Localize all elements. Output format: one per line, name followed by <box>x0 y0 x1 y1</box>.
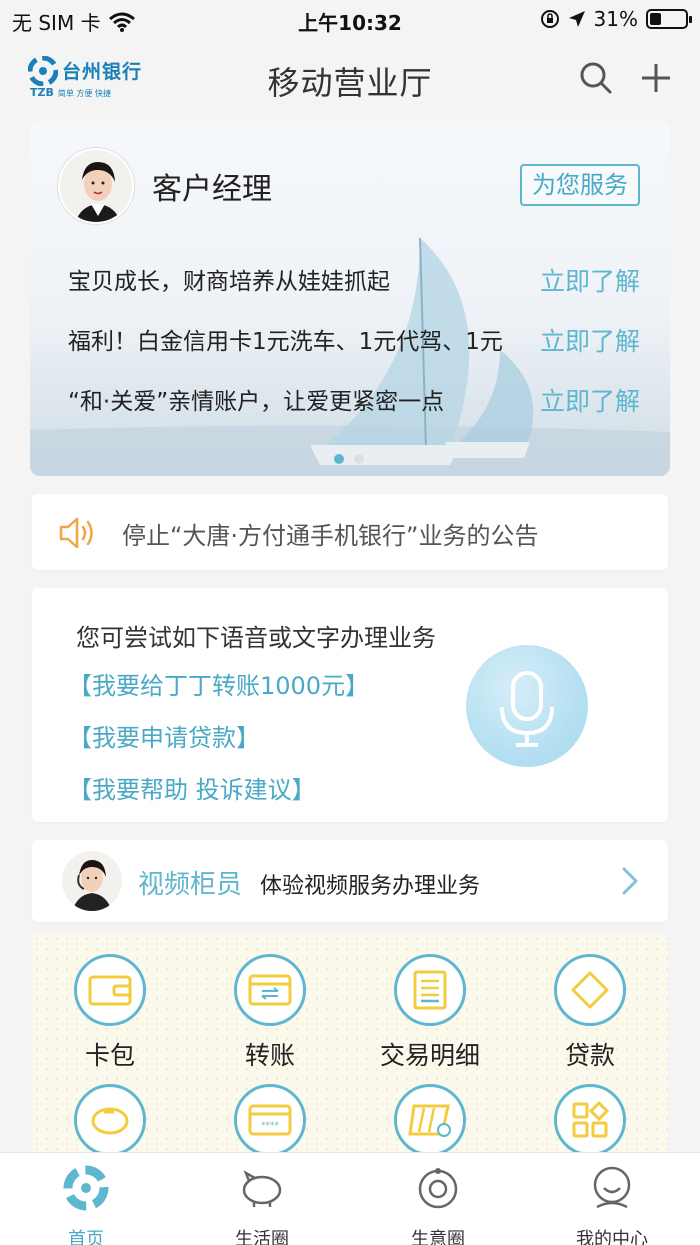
rotation-lock-icon <box>540 10 559 28</box>
tab-business-circle[interactable]: 生意圈 <box>378 1163 498 1245</box>
transfer-icon <box>248 974 292 1006</box>
voice-assistant-card: 您可尝试如下语音或文字办理业务 【我要给丁丁转账1000元】 【我要申请贷款】 … <box>32 588 668 822</box>
voice-suggestion[interactable]: 【我要申请贷款】 <box>68 718 260 753</box>
status-bar: 无 SIM 卡 上午10:32 31% <box>0 0 700 40</box>
tab-label: 生意圈 <box>411 1229 465 1245</box>
video-teller-card[interactable]: 视频柜员 体验视频服务办理业务 <box>32 840 668 922</box>
promo-row[interactable]: “和·关爱”亲情账户，让爱更紧密一点 立即了解 <box>68 382 640 422</box>
service-card-wallet[interactable]: 卡包 <box>40 954 180 1072</box>
service-label: 交易明细 <box>379 1041 480 1070</box>
piggy-bank-icon <box>91 1107 129 1135</box>
promo-row[interactable]: 福利！白金信用卡1元洗车、1元代驾、1元 立即了解 <box>68 322 640 362</box>
promo-learn-more-link[interactable]: 立即了解 <box>540 262 640 298</box>
voice-suggestion[interactable]: 【我要帮助 投诉建议】 <box>68 770 316 805</box>
tab-life-circle[interactable]: 生活圈 <box>202 1163 322 1245</box>
business-circle-icon <box>418 1168 458 1209</box>
location-arrow-icon <box>568 11 585 27</box>
microphone-icon <box>500 671 554 747</box>
add-icon[interactable] <box>638 60 674 96</box>
battery-percent: 31% <box>593 7 638 31</box>
life-circle-icon <box>242 1170 282 1207</box>
home-icon <box>63 1165 109 1211</box>
microphone-button[interactable] <box>466 645 588 767</box>
video-teller-desc: 体验视频服务办理业务 <box>260 874 481 899</box>
tab-label: 生活圈 <box>235 1229 289 1245</box>
promo-text: 宝贝成长，财商培养从娃娃抓起 <box>68 269 390 295</box>
service-card-transaction-details[interactable]: 交易明细 <box>360 954 500 1072</box>
service-card-more[interactable] <box>520 1084 660 1156</box>
transaction-details-icon <box>413 970 447 1010</box>
search-icon[interactable] <box>578 60 614 96</box>
speaker-icon <box>59 517 93 549</box>
service-card-transfer[interactable]: 转账 <box>200 954 340 1072</box>
tab-home[interactable]: 首页 <box>26 1163 146 1245</box>
announcement-bar[interactable]: 停止“大唐·方付通手机银行”业务的公告 <box>32 494 668 570</box>
tab-my-center[interactable]: 我的中心 <box>552 1163 672 1245</box>
promo-text: 福利！白金信用卡1元洗车、1元代驾、1元 <box>68 329 503 355</box>
manager-banner[interactable]: 客户经理 为您服务 宝贝成长，财商培养从娃娃抓起 立即了解 福利！白金信用卡1元… <box>30 120 670 476</box>
serve-button[interactable]: 为您服务 <box>520 164 640 206</box>
app-header: 台州银行 TZB 简单 方便 快捷 移动营业厅 <box>0 40 700 118</box>
battery-icon <box>646 9 692 29</box>
promo-learn-more-link[interactable]: 立即了解 <box>540 322 640 358</box>
manager-title: 客户经理 <box>152 172 272 207</box>
service-label: 贷款 <box>564 1041 615 1070</box>
announcement-text: 停止“大唐·方付通手机银行”业务的公告 <box>122 522 539 550</box>
promo-row[interactable]: 宝贝成长，财商培养从娃娃抓起 立即了解 <box>68 262 640 302</box>
service-label: 转账 <box>244 1041 295 1070</box>
voice-hint-title: 您可尝试如下语音或文字办理业务 <box>76 624 436 652</box>
carousel-dot-active[interactable] <box>334 454 344 464</box>
service-card-piggy-bank[interactable] <box>40 1084 180 1156</box>
loan-icon <box>571 971 609 1009</box>
manager-avatar <box>58 148 134 224</box>
apps-grid-icon <box>572 1101 609 1138</box>
chevron-right-icon <box>622 867 638 895</box>
carousel-dots[interactable] <box>334 454 364 464</box>
tab-label: 首页 <box>68 1229 104 1245</box>
service-card-loan[interactable]: 贷款 <box>520 954 660 1072</box>
service-card-financing[interactable] <box>360 1084 500 1156</box>
bottom-tab-bar: 首页 生活圈 生意圈 我的中心 <box>0 1152 700 1245</box>
service-label: 卡包 <box>84 1041 135 1070</box>
promo-text: “和·关爱”亲情账户，让爱更紧密一点 <box>68 389 445 415</box>
bank-card-icon: **** <box>248 1104 292 1136</box>
voice-suggestion[interactable]: 【我要给丁丁转账1000元】 <box>68 666 369 701</box>
tab-label: 我的中心 <box>576 1229 648 1245</box>
promo-learn-more-link[interactable]: 立即了解 <box>540 382 640 418</box>
carousel-dot[interactable] <box>354 454 364 464</box>
wallet-icon <box>88 975 132 1006</box>
service-card-bank-card[interactable]: **** <box>200 1084 340 1156</box>
my-center-icon <box>593 1166 631 1209</box>
financing-icon <box>408 1104 451 1137</box>
video-teller-avatar <box>62 851 122 911</box>
svg-text:****: **** <box>261 1121 280 1131</box>
video-teller-title: 视频柜员 <box>138 870 243 900</box>
